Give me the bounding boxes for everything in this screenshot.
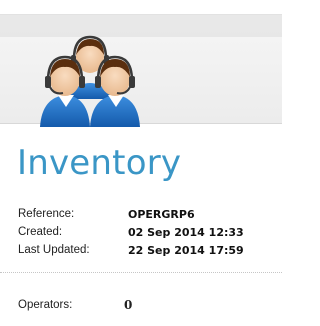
created-value: 02 Sep 2014 12:33 <box>128 225 244 239</box>
divider <box>0 272 282 273</box>
last-updated-label: Last Updated: <box>18 244 90 256</box>
header-band <box>0 14 282 127</box>
operator-group-icon <box>40 35 140 127</box>
operators-row: Operators: 0 <box>18 298 132 312</box>
reference-label: Reference: <box>18 208 75 220</box>
operators-count: 0 <box>124 298 133 312</box>
last-updated-row: Last Updated: 22 Sep 2014 17:59 <box>18 241 244 259</box>
created-label: Created: <box>18 226 63 238</box>
created-row: Created: 02 Sep 2014 12:33 <box>18 223 244 241</box>
details-section: Reference: OPERGRP6 Created: 02 Sep 2014… <box>18 205 244 259</box>
operators-label: Operators: <box>18 299 73 311</box>
reference-value: OPERGRP6 <box>128 207 195 221</box>
reference-row: Reference: OPERGRP6 <box>18 205 244 223</box>
page-title: Inventory <box>17 143 182 183</box>
top-strip <box>0 0 282 14</box>
last-updated-value: 22 Sep 2014 17:59 <box>128 243 244 257</box>
